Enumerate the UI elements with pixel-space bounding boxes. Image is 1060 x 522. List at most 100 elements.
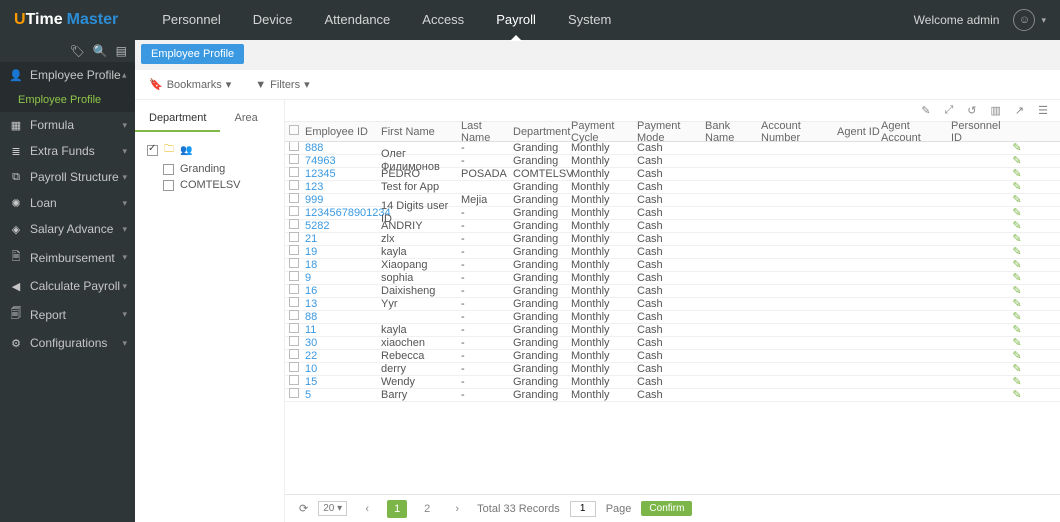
edit-row-icon[interactable]: ✎: [1007, 272, 1027, 285]
tree-tab-area[interactable]: Area: [220, 106, 271, 132]
export-icon[interactable]: ↗: [1015, 104, 1024, 117]
employee-id-link[interactable]: 19: [305, 246, 317, 258]
edit-row-icon[interactable]: ✎: [1007, 285, 1027, 298]
sidebar-item-extra-funds[interactable]: ≣Extra Funds▾: [0, 138, 135, 164]
employee-id-link[interactable]: 74963: [305, 155, 336, 167]
sidebar-sub-employee-profile[interactable]: Employee Profile: [0, 88, 135, 112]
row-checkbox[interactable]: [289, 154, 299, 164]
row-checkbox[interactable]: [289, 245, 299, 255]
employee-id-link[interactable]: 21: [305, 233, 317, 245]
table-row[interactable]: 30xiaochen-GrandingMonthlyCash✎: [285, 337, 1060, 350]
employee-id-link[interactable]: 10: [305, 363, 317, 375]
row-checkbox[interactable]: [289, 336, 299, 346]
edit-row-icon[interactable]: ✎: [1007, 376, 1027, 389]
row-checkbox[interactable]: [289, 271, 299, 281]
edit-row-icon[interactable]: ✎: [1007, 246, 1027, 259]
page-2-button[interactable]: 2: [417, 500, 437, 518]
edit-row-icon[interactable]: ✎: [1007, 363, 1027, 376]
undo-icon[interactable]: ↺: [967, 104, 976, 117]
row-checkbox[interactable]: [289, 206, 299, 216]
table-row[interactable]: 13Yyr-GrandingMonthlyCash✎: [285, 298, 1060, 311]
sidebar-item-report[interactable]: 🗐Report▾: [0, 299, 135, 330]
nav-personnel[interactable]: Personnel: [146, 0, 237, 40]
tree-node-granding[interactable]: Granding: [147, 161, 272, 177]
row-checkbox[interactable]: [289, 167, 299, 177]
row-checkbox[interactable]: [289, 193, 299, 203]
employee-id-link[interactable]: 22: [305, 350, 317, 362]
goto-page-input[interactable]: [570, 501, 596, 517]
edit-row-icon[interactable]: ✎: [1007, 337, 1027, 350]
col-agent-account[interactable]: Agent Account: [881, 120, 951, 144]
row-checkbox[interactable]: [289, 297, 299, 307]
user-menu-caret-icon[interactable]: ▾: [1041, 15, 1046, 26]
edit-row-icon[interactable]: ✎: [1007, 389, 1027, 402]
sidebar-item-configurations[interactable]: ⚙Configurations▾: [0, 330, 135, 356]
tree-tab-department[interactable]: Department: [135, 106, 220, 132]
columns-icon[interactable]: ▥: [991, 104, 1001, 117]
employee-id-link[interactable]: 5282: [305, 220, 329, 232]
sidebar-item-formula[interactable]: ▦Formula▾: [0, 112, 135, 138]
edit-row-icon[interactable]: ✎: [1007, 233, 1027, 246]
edit-row-icon[interactable]: ✎: [1007, 298, 1027, 311]
checkbox-icon[interactable]: [147, 145, 158, 156]
table-row[interactable]: 1234567890123414 Digits user ID-Granding…: [285, 207, 1060, 220]
confirm-button[interactable]: Confirm: [641, 501, 692, 516]
next-page-button[interactable]: ›: [447, 500, 467, 518]
tag-icon[interactable]: 🏷: [69, 44, 84, 58]
col-payment-cycle[interactable]: Payment Cycle: [571, 120, 637, 144]
table-row[interactable]: 21zlx-GrandingMonthlyCash✎: [285, 233, 1060, 246]
col-agent-id[interactable]: Agent ID: [837, 126, 881, 138]
row-checkbox[interactable]: [289, 258, 299, 268]
tab-employee-profile[interactable]: Employee Profile: [141, 44, 244, 64]
refresh-icon[interactable]: ⟳: [299, 502, 308, 515]
employee-id-link[interactable]: 88: [305, 311, 317, 323]
table-row[interactable]: 5282ANDRIY-GrandingMonthlyCash✎: [285, 220, 1060, 233]
settings-icon[interactable]: ☰: [1038, 104, 1048, 117]
employee-id-link[interactable]: 30: [305, 337, 317, 349]
prev-page-button[interactable]: ‹: [357, 500, 377, 518]
row-checkbox[interactable]: [289, 219, 299, 229]
edit-row-icon[interactable]: ✎: [1007, 194, 1027, 207]
edit-row-icon[interactable]: ✎: [1007, 168, 1027, 181]
table-row[interactable]: 18Xiaopang-GrandingMonthlyCash✎: [285, 259, 1060, 272]
table-row[interactable]: 16Daixisheng-GrandingMonthlyCash✎: [285, 285, 1060, 298]
page-1-button[interactable]: 1: [387, 500, 407, 518]
sidebar-item-calculate-payroll[interactable]: ◀Calculate Payroll▾: [0, 273, 135, 299]
table-row[interactable]: 5Barry-GrandingMonthlyCash✎: [285, 389, 1060, 402]
checkbox-icon[interactable]: [163, 164, 174, 175]
tree-node-comtelsv[interactable]: COMTELSV: [147, 177, 272, 193]
col-department[interactable]: Department: [513, 126, 571, 138]
checkbox-icon[interactable]: [163, 180, 174, 191]
employee-id-link[interactable]: 5: [305, 389, 311, 401]
employee-id-link[interactable]: 12345: [305, 168, 336, 180]
collapse-icon[interactable]: ▤: [116, 44, 127, 58]
col-account-number[interactable]: Account Number: [761, 120, 837, 144]
edit-row-icon[interactable]: ✎: [1007, 181, 1027, 194]
col-payment-mode[interactable]: Payment Mode: [637, 120, 705, 144]
edit-row-icon[interactable]: ✎: [1007, 324, 1027, 337]
nav-system[interactable]: System: [552, 0, 627, 40]
col-bank-name[interactable]: Bank Name: [705, 120, 761, 144]
employee-id-link[interactable]: 123: [305, 181, 323, 193]
edit-row-icon[interactable]: ✎: [1007, 142, 1027, 155]
sidebar-item-salary-advance[interactable]: ◈Salary Advance▾: [0, 216, 135, 242]
employee-id-link[interactable]: 11: [305, 324, 316, 336]
col-personnel-id[interactable]: Personnel ID: [951, 120, 1007, 144]
sidebar-item-loan[interactable]: ✺Loan▾: [0, 190, 135, 216]
edit-row-icon[interactable]: ✎: [1007, 220, 1027, 233]
employee-id-link[interactable]: 13: [305, 298, 317, 310]
filters-button[interactable]: ▼ Filters ▾: [255, 78, 309, 91]
row-checkbox[interactable]: [289, 323, 299, 333]
edit-row-icon[interactable]: ✎: [1007, 350, 1027, 363]
row-checkbox[interactable]: [289, 232, 299, 242]
row-checkbox[interactable]: [289, 388, 299, 398]
col-last-name[interactable]: Last Name: [461, 120, 513, 144]
nav-payroll[interactable]: Payroll: [480, 0, 552, 40]
tree-root[interactable]: 🗀 👥: [147, 140, 272, 161]
edit-row-icon[interactable]: ✎: [1007, 155, 1027, 168]
col-first-name[interactable]: First Name: [381, 126, 461, 138]
page-size-select[interactable]: 20 ▾: [318, 501, 347, 516]
employee-id-link[interactable]: 12345678901234: [305, 207, 391, 219]
table-row[interactable]: 123Test for AppGrandingMonthlyCash✎: [285, 181, 1060, 194]
table-row[interactable]: 88-GrandingMonthlyCash✎: [285, 311, 1060, 324]
